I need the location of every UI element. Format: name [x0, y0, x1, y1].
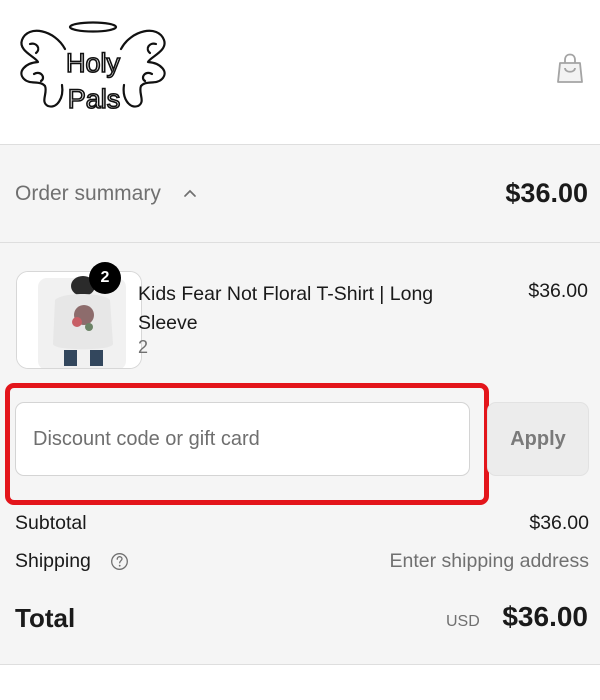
shopping-bag-icon — [557, 53, 583, 83]
chevron-up-icon — [184, 189, 196, 197]
subtotal-value: $36.00 — [529, 512, 589, 534]
order-summary: Order summary $36.00 2 Kids Fear Not Flo… — [0, 145, 600, 665]
holy-pals-logo[interactable]: Holy Pals — [12, 18, 174, 118]
apply-discount-button[interactable]: Apply — [487, 402, 589, 476]
subtotal-label: Subtotal — [15, 512, 87, 534]
shipping-value: Enter shipping address — [389, 550, 589, 572]
shipping-row: Shipping Enter shipping address — [15, 550, 589, 580]
discount-code-input[interactable] — [15, 402, 470, 476]
product-image — [17, 272, 141, 368]
logo-mark: Holy Pals — [20, 21, 166, 115]
product-variant: 2 — [138, 337, 149, 357]
subtotal-row: Subtotal $36.00 — [15, 512, 589, 542]
total-value: $36.00 — [502, 601, 588, 632]
quantity-badge: 2 — [89, 262, 121, 294]
product-name: Kids Fear Not Floral T-Shirt | Long Slee… — [138, 283, 434, 334]
svg-text:Holy: Holy — [66, 48, 121, 78]
checkout-header: Holy Pals — [0, 0, 600, 145]
order-summary-total: $36.00 — [505, 178, 588, 208]
total-currency: USD — [446, 613, 480, 630]
total-label: Total — [15, 603, 76, 633]
shipping-label: Shipping — [15, 550, 91, 572]
order-summary-label: Order summary — [15, 182, 161, 205]
product-price: $36.00 — [528, 280, 588, 302]
order-summary-toggle[interactable]: Order summary $36.00 — [0, 145, 600, 243]
product-thumbnail — [16, 271, 142, 369]
info-icon[interactable] — [110, 552, 129, 571]
cart-link[interactable] — [551, 49, 589, 87]
svg-text:Pals: Pals — [68, 84, 121, 114]
